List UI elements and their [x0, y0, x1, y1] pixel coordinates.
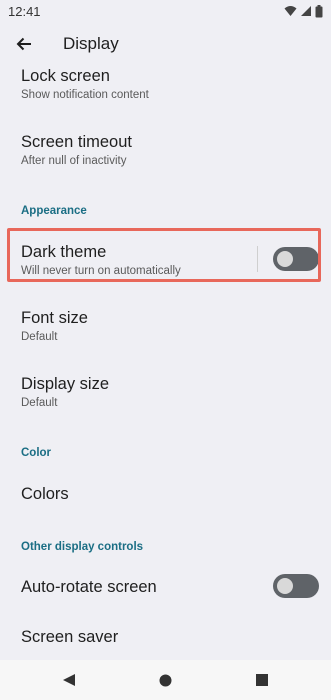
wifi-icon: [284, 6, 297, 16]
status-icons: [284, 4, 323, 18]
back-button[interactable]: [13, 33, 35, 55]
battery-icon: [315, 4, 323, 17]
setting-auto-rotate[interactable]: Auto-rotate screen: [21, 577, 261, 597]
setting-screen-timeout[interactable]: Screen timeout After null of inactivity: [21, 132, 319, 169]
setting-screen-saver[interactable]: Screen saver: [21, 627, 319, 647]
page-title: Display: [63, 34, 119, 53]
settings-list[interactable]: Lock screen Show notification content Sc…: [0, 66, 331, 660]
highlight-box: [7, 228, 321, 282]
status-bar: 12:41: [0, 0, 331, 22]
setting-summary: Default: [21, 331, 58, 343]
setting-summary: Default: [21, 397, 58, 409]
arrow-left-icon: [16, 37, 31, 51]
triangle-back-icon: [63, 674, 75, 686]
setting-summary: After null of inactivity: [21, 155, 127, 167]
circle-home-icon: [159, 674, 172, 687]
square-recents-icon: [256, 674, 268, 686]
setting-colors[interactable]: Colors: [21, 484, 319, 504]
category-color: Color: [21, 447, 52, 459]
setting-title: Screen timeout: [21, 133, 132, 151]
category-appearance: Appearance: [21, 205, 87, 217]
switch-thumb: [277, 578, 293, 594]
setting-summary: Show notification content: [21, 89, 149, 101]
navigation-bar: [0, 660, 331, 700]
setting-title: Colors: [21, 485, 69, 503]
setting-font-size[interactable]: Font size Default: [21, 308, 319, 345]
auto-rotate-switch[interactable]: [273, 574, 319, 598]
setting-title: Font size: [21, 309, 88, 327]
setting-display-size[interactable]: Display size Default: [21, 374, 319, 411]
setting-title: Lock screen: [21, 67, 110, 85]
category-other-display-controls: Other display controls: [21, 541, 144, 553]
setting-title: Auto-rotate screen: [21, 578, 157, 596]
signal-icon: [301, 6, 311, 16]
status-time: 12:41: [8, 3, 41, 19]
setting-title: Display size: [21, 375, 110, 393]
setting-lock-screen[interactable]: Lock screen Show notification content: [21, 66, 319, 103]
nav-home-button[interactable]: [159, 674, 172, 687]
setting-title: Screen saver: [21, 628, 119, 646]
nav-back-button[interactable]: [62, 673, 76, 687]
nav-recents-button[interactable]: [256, 674, 268, 686]
app-bar: Display: [0, 22, 331, 66]
